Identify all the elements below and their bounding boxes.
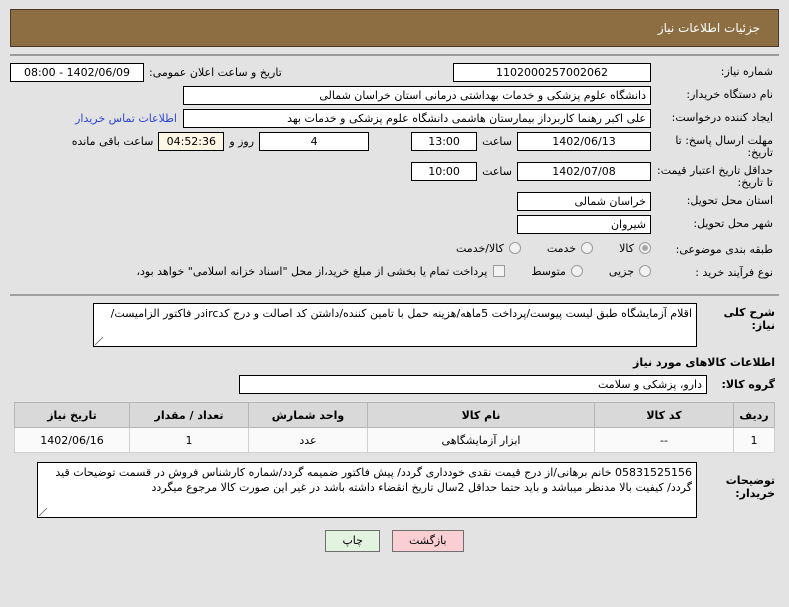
column-header-date: تاریخ نیاز [14,402,130,428]
treasury-bonds-checkbox[interactable]: پرداخت تمام یا بخشی از مبلغ خرید،از محل … [136,264,506,278]
cell-radif: 1 [733,427,775,453]
column-header-code: کد کالا [594,402,734,428]
row-goods-group: گروه کالا: دارو، پزشکی و سلامت [10,373,779,402]
remaining-clock-field: 04:52:36 [158,132,225,151]
goods-table: ردیف کد کالا نام کالا واحد شمارش تعداد /… [14,402,775,453]
cell-name: ابزار آزمایشگاهی [367,427,595,453]
table-row: 1 -- ابزار آزمایشگاهی عدد 1 1402/06/16 [14,427,775,453]
print-button[interactable]: چاپ [325,530,380,552]
buyer-notes-label: توضیحات خریدار: [725,474,775,500]
creator-label: ایجاد کننده درخواست: [671,111,773,124]
row-price-validity: حداقل تاریخ اعتبار قیمت: تا تاریخ: 1402/… [10,162,779,189]
buyer-org-field[interactable]: دانشگاه علوم پزشکی و خدمات بهداشتی درمان… [183,86,651,105]
row-need-number: شماره نیاز: 1102000257002062 تاریخ و ساع… [10,63,779,83]
column-header-name: نام کالا [367,402,595,428]
row-buyer-notes: توضیحات خریدار: 05831525156 خانم برهانی/… [10,453,779,524]
radio-icon[interactable] [508,242,521,254]
process-radio-group: جزیی متوسط پرداخت تمام یا بخشی از مبلغ خ… [10,265,651,278]
process-option-label: جزیی [608,264,634,278]
column-header-radif: ردیف [733,402,775,428]
province-label: استان محل تحویل: [686,194,773,207]
category-option-khedmat[interactable]: خدمت [546,241,594,255]
deadline-time-label: ساعت [482,135,512,148]
row-subject-category: طبقه بندی موضوعی: کالا خدمت کالا/خدمت [10,238,779,258]
column-header-qty: تعداد / مقدار [129,402,249,428]
need-info-section: شماره نیاز: 1102000257002062 تاریخ و ساع… [10,56,779,288]
deadline-label: مهلت ارسال پاسخ: تا تاریخ: [675,134,773,159]
row-purchase-process: نوع فرآیند خرید : جزیی متوسط پرداخت تمام… [10,261,779,281]
validity-date-field[interactable]: 1402/07/08 [517,162,651,181]
goods-group-label: گروه کالا: [721,378,775,391]
announce-label: تاریخ و ساعت اعلان عمومی: [149,66,282,79]
row-general-description: شرح کلی نیاز: اقلام آزمایشگاه طبق لیست پ… [10,296,779,350]
validity-time-field[interactable]: 10:00 [411,162,478,181]
process-option-jozei[interactable]: جزیی [609,265,651,278]
deadline-date-field[interactable]: 1402/06/13 [517,132,651,151]
radio-icon[interactable] [639,265,651,277]
validity-label: حداقل تاریخ اعتبار قیمت: تا تاریخ: [657,164,773,189]
remaining-days-label: روز و [229,135,255,148]
validity-time-label: ساعت [482,165,512,178]
buyer-org-label: نام دستگاه خریدار: [686,88,773,101]
row-response-deadline: مهلت ارسال پاسخ: تا تاریخ: 1402/06/13 سا… [10,132,779,159]
category-label: طبقه بندی موضوعی: [675,242,773,256]
row-delivery-city: شهر محل تحویل: شیروان [10,215,779,235]
table-header-row: ردیف کد کالا نام کالا واحد شمارش تعداد /… [14,402,775,428]
category-option-kala[interactable]: کالا [619,242,651,255]
goods-section-title: اطلاعات کالاهای مورد نیاز [633,356,775,369]
goods-table-wrapper: ردیف کد کالا نام کالا واحد شمارش تعداد /… [10,402,779,453]
description-label: شرح کلی نیاز: [723,306,775,332]
category-option-label: کالا/خدمت [456,241,504,255]
goods-group-field[interactable]: دارو، پزشکی و سلامت [239,375,707,394]
creator-field[interactable]: علی اکبر رهنما کاربرداز بیمارستان هاشمی … [183,109,651,128]
details-panel: شماره نیاز: 1102000257002062 تاریخ و ساع… [10,54,779,562]
remaining-suffix-label: ساعت باقی مانده [71,135,154,148]
announce-datetime-field[interactable]: 1402/06/09 - 08:00 [10,63,144,82]
cell-date: 1402/06/16 [14,427,130,453]
province-field[interactable]: خراسان شمالی [517,192,651,211]
row-buyer-org: نام دستگاه خریدار: دانشگاه علوم پزشکی و … [10,86,779,106]
deadline-time-field[interactable]: 13:00 [411,132,478,151]
category-option-kala-khedmat[interactable]: کالا/خدمت [456,242,521,255]
footer-button-bar: بازگشت چاپ [10,524,779,562]
treasury-bonds-label: پرداخت تمام یا بخشی از مبلغ خرید،از محل … [136,264,488,278]
row-request-creator: ایجاد کننده درخواست: علی اکبر رهنما کارب… [10,109,779,129]
row-delivery-province: استان محل تحویل: خراسان شمالی [10,192,779,212]
process-label: نوع فرآیند خرید : [695,265,773,279]
cell-code: -- [594,427,734,453]
need-number-label: شماره نیاز: [720,65,773,78]
column-header-unit: واحد شمارش [248,402,368,428]
category-radio-group: کالا خدمت کالا/خدمت [10,242,651,255]
cell-unit: عدد [248,427,368,453]
radio-icon[interactable] [570,265,583,277]
radio-icon[interactable] [639,242,651,254]
remaining-days-field: 4 [259,132,370,151]
category-option-label: کالا [619,241,634,255]
need-number-field[interactable]: 1102000257002062 [453,63,651,82]
checkbox-icon[interactable] [493,265,506,277]
description-textarea[interactable]: اقلام آزمایشگاه طبق لیست پیوست/پرداخت 5م… [93,303,697,347]
category-option-label: خدمت [546,241,577,255]
back-button[interactable]: بازگشت [391,530,464,552]
city-field[interactable]: شیروان [517,215,651,234]
process-option-motevasset[interactable]: متوسط [531,265,583,278]
buyer-notes-textarea[interactable]: 05831525156 خانم برهانی/از درج قیمت نقدی… [37,462,697,518]
radio-icon[interactable] [581,242,594,254]
buyer-contact-link[interactable]: اطلاعات تماس خریدار [75,109,183,125]
cell-qty: 1 [129,427,249,453]
page-title: جزئیات اطلاعات نیاز [657,21,760,35]
process-option-label: متوسط [531,264,566,278]
page-header: جزئیات اطلاعات نیاز [10,9,779,47]
city-label: شهر محل تحویل: [693,217,773,230]
